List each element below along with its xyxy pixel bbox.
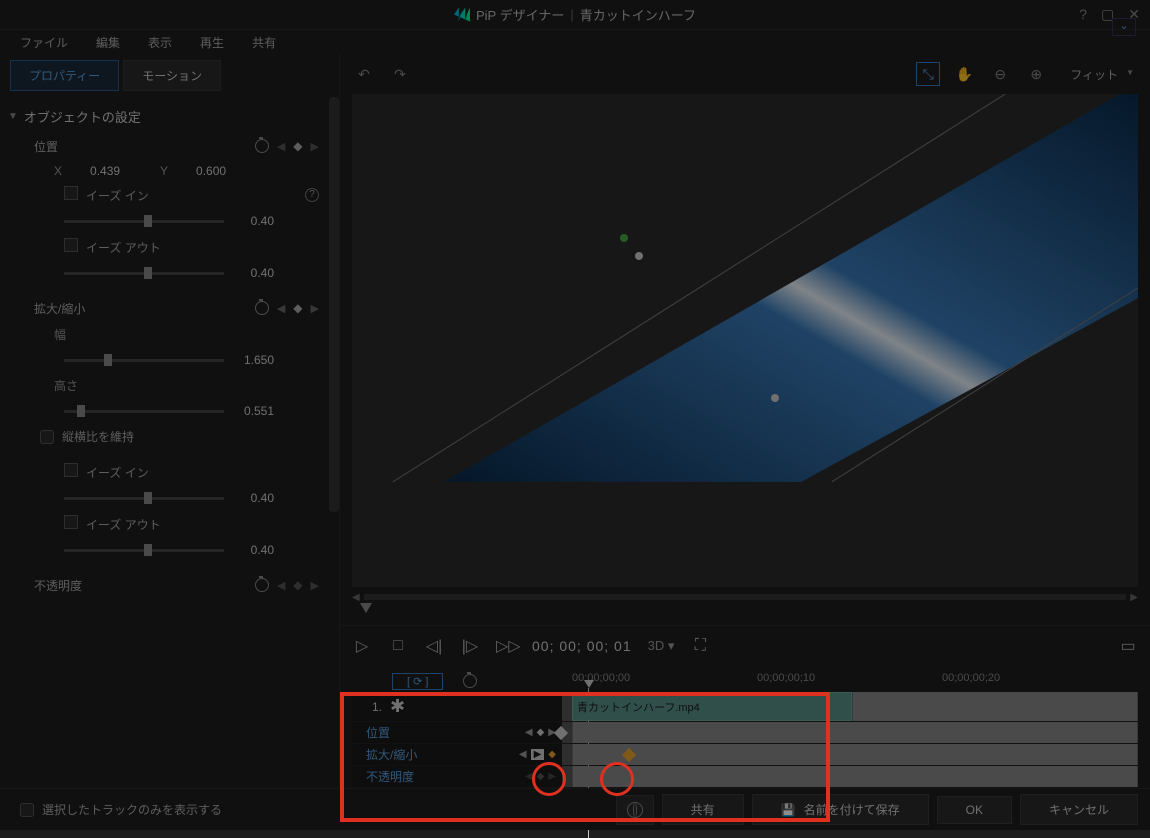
collapse-preview-icon[interactable]: ⌄ bbox=[1112, 18, 1136, 36]
anchor-dot-icon[interactable] bbox=[635, 252, 643, 260]
stopwatch-icon[interactable] bbox=[255, 139, 269, 153]
ease-out-label: イーズ アウト bbox=[86, 241, 161, 255]
scroll-left-icon[interactable]: ◀ bbox=[352, 592, 360, 603]
stop-icon[interactable]: □ bbox=[388, 637, 408, 655]
play-icon[interactable]: ▷ bbox=[352, 636, 372, 656]
share-button[interactable]: 共有 bbox=[662, 794, 744, 825]
track-number: 1. bbox=[372, 700, 382, 714]
preview-canvas[interactable] bbox=[352, 94, 1138, 587]
preview-h-scrollbar[interactable] bbox=[364, 594, 1127, 600]
tab-motion[interactable]: モーション bbox=[123, 60, 221, 91]
kf-prev-icon[interactable]: ◀ bbox=[277, 140, 285, 153]
height-value[interactable]: 0.551 bbox=[234, 404, 274, 418]
save-as-button[interactable]: 💾名前を付けて保存 bbox=[752, 794, 929, 825]
menu-play[interactable]: 再生 bbox=[186, 34, 238, 51]
anchor-green-dot-icon[interactable] bbox=[620, 234, 628, 242]
tab-properties[interactable]: プロパティー bbox=[10, 60, 119, 91]
undo-icon[interactable]: ↶ bbox=[352, 62, 376, 86]
help-tooltip-icon[interactable]: ? bbox=[305, 188, 319, 202]
y-label: Y bbox=[160, 164, 168, 178]
tl-row-opacity[interactable]: 不透明度 bbox=[366, 768, 414, 785]
kf-next-icon[interactable]: ▶ bbox=[311, 140, 319, 153]
help-icon[interactable]: ? bbox=[1079, 6, 1087, 23]
y-value[interactable]: 0.600 bbox=[196, 164, 246, 178]
timeline-ruler[interactable]: 00;00;00;00 00;00;00;10 00;00;00;20 bbox=[562, 670, 1138, 692]
menu-file[interactable]: ファイル bbox=[6, 34, 82, 51]
zoom-in-icon[interactable]: ⊕ bbox=[1024, 62, 1048, 86]
scale-ease-in-checkbox[interactable] bbox=[64, 463, 78, 477]
app-title: PiP デザイナー bbox=[476, 5, 564, 24]
stopwatch-opacity-icon[interactable] bbox=[255, 578, 269, 592]
app-logo-icon bbox=[454, 8, 470, 22]
show-selected-only-checkbox[interactable] bbox=[20, 803, 34, 817]
loop-toggle-icon[interactable]: [ ⟳ ] bbox=[392, 673, 443, 690]
panel-scrollbar[interactable] bbox=[329, 97, 339, 512]
kf-prev-scale-icon[interactable]: ◀ bbox=[277, 302, 285, 315]
ease-in-checkbox[interactable] bbox=[64, 186, 78, 200]
ease-out-value[interactable]: 0.40 bbox=[234, 266, 274, 280]
3d-toggle[interactable]: 3D ▾ bbox=[648, 638, 675, 654]
width-value[interactable]: 1.650 bbox=[234, 353, 274, 367]
zoom-fit-dropdown[interactable]: フィット bbox=[1060, 64, 1138, 85]
next-frame-icon[interactable]: |▷ bbox=[460, 636, 480, 656]
ease-in-slider[interactable] bbox=[64, 220, 224, 223]
project-title: 青カットインハーフ bbox=[580, 5, 696, 24]
zoom-out-icon[interactable]: ⊖ bbox=[988, 62, 1012, 86]
menu-edit[interactable]: 編集 bbox=[82, 34, 134, 51]
kf-toggle-opacity-icon[interactable]: ◆ bbox=[293, 578, 302, 592]
height-label: 高さ bbox=[54, 377, 78, 394]
ease-in-label: イーズ イン bbox=[86, 189, 149, 203]
tl-row-position[interactable]: 位置 bbox=[366, 724, 390, 741]
x-value[interactable]: 0.439 bbox=[90, 164, 140, 178]
select-tool-icon[interactable]: ⤡ bbox=[916, 62, 940, 86]
height-slider[interactable] bbox=[64, 410, 224, 413]
keep-aspect-checkbox[interactable] bbox=[40, 430, 54, 444]
keep-aspect-label: 縦横比を維持 bbox=[62, 428, 134, 445]
scale-ease-in-slider[interactable] bbox=[64, 497, 224, 500]
cancel-button[interactable]: キャンセル bbox=[1020, 794, 1138, 825]
tl-row-scale[interactable]: 拡大/縮小 bbox=[366, 746, 417, 763]
ok-button[interactable]: OK bbox=[937, 796, 1012, 824]
safe-zone-icon[interactable]: ▭ bbox=[1118, 636, 1138, 656]
timeline-clip[interactable]: 青カットインハーフ.mp4 bbox=[572, 692, 852, 721]
show-selected-only-label: 選択したトラックのみを表示する bbox=[42, 801, 222, 818]
scroll-right-icon[interactable]: ▶ bbox=[1130, 592, 1138, 603]
timeline-stopwatch-icon[interactable] bbox=[463, 674, 477, 688]
menu-share[interactable]: 共有 bbox=[238, 34, 290, 51]
scrub-handle-icon[interactable] bbox=[360, 603, 372, 613]
kf-toggle-scale-icon[interactable]: ◆ bbox=[293, 301, 302, 315]
track-asterisk-icon: ✱ bbox=[390, 696, 405, 717]
playhead-icon[interactable] bbox=[584, 680, 594, 688]
kf-toggle-icon[interactable]: ◆ bbox=[293, 139, 302, 153]
prop-position-label: 位置 bbox=[34, 138, 58, 155]
prev-frame-icon[interactable]: ◁| bbox=[424, 636, 444, 656]
anchor-dot-icon[interactable] bbox=[771, 394, 779, 402]
scale-ease-out-checkbox[interactable] bbox=[64, 515, 78, 529]
kf-next-scale-icon[interactable]: ▶ bbox=[311, 302, 319, 315]
ease-in-value[interactable]: 0.40 bbox=[234, 214, 274, 228]
ease-out-checkbox[interactable] bbox=[64, 238, 78, 252]
timecode[interactable]: 00; 00; 00; 01 bbox=[532, 638, 632, 654]
prop-scale-label: 拡大/縮小 bbox=[34, 300, 85, 317]
stopwatch-scale-icon[interactable] bbox=[255, 301, 269, 315]
width-slider[interactable] bbox=[64, 359, 224, 362]
prop-opacity-label: 不透明度 bbox=[34, 577, 82, 594]
web-icon[interactable] bbox=[616, 795, 654, 825]
section-object-settings[interactable]: ▼オブジェクトの設定 bbox=[4, 101, 329, 132]
scale-ease-out-slider[interactable] bbox=[64, 549, 224, 552]
menu-view[interactable]: 表示 bbox=[134, 34, 186, 51]
x-label: X bbox=[54, 164, 62, 178]
redo-icon[interactable]: ↷ bbox=[388, 62, 412, 86]
ease-out-slider[interactable] bbox=[64, 272, 224, 275]
fast-forward-icon[interactable]: ▷▷ bbox=[496, 636, 516, 656]
fullscreen-icon[interactable]: ⛶ bbox=[690, 637, 710, 655]
width-label: 幅 bbox=[54, 326, 66, 343]
title-separator: | bbox=[570, 7, 573, 22]
hand-tool-icon[interactable]: ✋ bbox=[952, 62, 976, 86]
